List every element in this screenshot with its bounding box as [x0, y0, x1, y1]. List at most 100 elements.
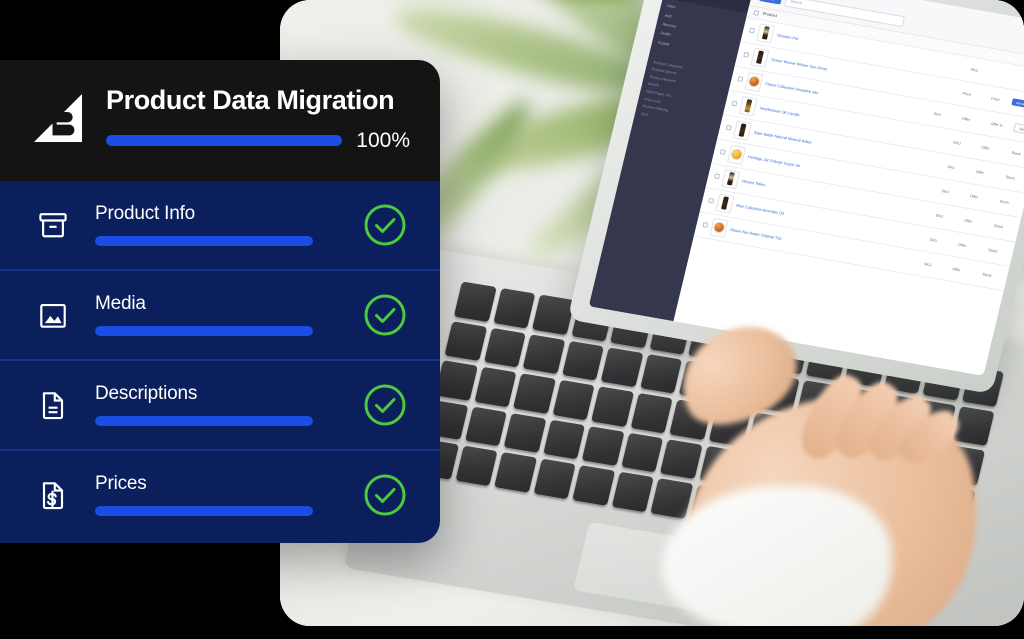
product-thumbnail [715, 193, 735, 214]
archive-box-icon [30, 207, 76, 243]
step-progress-fill [95, 236, 313, 247]
product-price: Offer [961, 116, 971, 122]
step-label: Descriptions [95, 383, 198, 405]
keyboard-key[interactable] [473, 366, 517, 408]
keyboard-key[interactable] [444, 320, 487, 362]
keyboard-key[interactable] [455, 445, 498, 487]
step-progress-bar [95, 236, 313, 247]
migration-card: Product Data Migration 100% Product Info… [0, 60, 440, 543]
admin-sidebar-links[interactable]: Product Categories Product Options Produ… [634, 57, 733, 131]
add-product-button[interactable]: Add [758, 0, 783, 5]
keyboard-key[interactable] [532, 294, 575, 335]
overall-progress-fill [106, 135, 343, 147]
select-all-checkbox[interactable] [753, 9, 760, 16]
product-price: Offer [957, 242, 967, 248]
step-label: Prices [95, 473, 147, 495]
step-progress-fill [95, 416, 313, 427]
overall-progress-label: 100% [356, 128, 410, 152]
row-checkbox[interactable] [731, 100, 738, 107]
keyboard-key[interactable] [522, 333, 565, 375]
row-checkbox[interactable] [719, 149, 726, 156]
product-sku: Price [962, 91, 972, 97]
product-sku: SKU [946, 164, 956, 170]
overall-progress: 100% [106, 129, 410, 153]
product-thumbnail [709, 217, 729, 238]
keyboard-key[interactable] [494, 452, 537, 493]
advanced-edit-button[interactable]: Advanced Edit [1011, 98, 1024, 111]
step-progress-bar [95, 506, 313, 517]
bigcommerce-logo-icon [30, 90, 88, 148]
row-checkbox[interactable] [702, 222, 709, 229]
keyboard-key[interactable] [639, 353, 683, 394]
keyboard-key[interactable] [620, 432, 664, 473]
step-progress-bar [95, 416, 313, 427]
keyboard-key[interactable] [552, 379, 595, 421]
migration-steps-list: Product Info Media Descriptions Prices [0, 180, 440, 543]
product-sku: SKU [935, 213, 944, 219]
keyboard-key[interactable] [453, 281, 497, 322]
check-circle-icon [360, 473, 410, 517]
keyboard-key[interactable] [650, 478, 693, 519]
overall-progress-bar [106, 135, 343, 147]
step-row-media[interactable]: Media [0, 271, 440, 361]
row-checkbox[interactable] [743, 52, 750, 58]
keyboard-key[interactable] [434, 360, 478, 401]
keyboard-key[interactable] [581, 425, 625, 467]
step-row-descriptions[interactable]: Descriptions [0, 361, 440, 451]
product-sku: SKU [929, 237, 938, 243]
row-checkbox[interactable] [737, 76, 744, 83]
row-checkbox[interactable] [725, 125, 732, 131]
keyboard-key[interactable] [483, 327, 526, 368]
keyboard-key[interactable] [611, 471, 654, 513]
check-circle-icon [360, 203, 410, 247]
step-progress-bar [95, 326, 313, 337]
keyboard-key[interactable] [659, 439, 703, 480]
product-stock: Stock [981, 272, 992, 278]
product-thumbnail [756, 23, 776, 44]
product-sku: SKU [952, 140, 962, 146]
keyboard-key[interactable] [572, 465, 615, 506]
keyboard-key[interactable] [561, 340, 605, 381]
product-price [990, 73, 1016, 78]
row-checkbox[interactable] [708, 198, 715, 204]
product-thumbnail [744, 71, 764, 92]
step-label: Media [95, 293, 146, 315]
product-stock: Stock [987, 247, 998, 254]
keyboard-key[interactable] [464, 406, 507, 447]
row-checkbox[interactable] [713, 173, 721, 180]
product-price: Offer [963, 218, 973, 224]
product-thumbnail [727, 144, 747, 165]
keyboard-key[interactable] [492, 287, 536, 329]
migration-card-header: Product Data Migration 100% [0, 60, 440, 181]
product-thumbnail [738, 96, 758, 117]
product-stock [1020, 78, 1024, 83]
product-price: Price [990, 96, 1001, 102]
keyboard-key[interactable] [630, 393, 673, 434]
product-thumbnail [750, 47, 770, 68]
product-stock: Stock [1005, 174, 1016, 181]
product-sku: SKU [970, 67, 979, 73]
keyboard-key[interactable] [503, 412, 546, 454]
document-icon [30, 387, 76, 423]
step-label: Product Info [95, 203, 196, 225]
product-stock: Offer in [990, 121, 1004, 128]
keyboard-key[interactable] [600, 347, 644, 388]
step-progress-fill [95, 506, 313, 517]
keyboard-key[interactable] [591, 386, 634, 427]
step-row-product-info[interactable]: Product Info [0, 181, 440, 271]
keyboard-key[interactable] [533, 458, 576, 500]
keyboard-key[interactable] [542, 419, 586, 460]
image-icon [30, 297, 76, 333]
product-price: Offer [975, 169, 985, 175]
product-stock: Stock [999, 199, 1010, 205]
product-sku: SKU [941, 188, 950, 195]
product-price: Offer [981, 145, 991, 151]
row-checkbox[interactable] [748, 27, 756, 34]
check-circle-icon [360, 383, 410, 427]
product-stock: Stock [1011, 150, 1022, 157]
step-row-prices[interactable]: Prices [0, 451, 440, 543]
keyboard-key[interactable] [513, 373, 556, 414]
options-button[interactable]: Options [1013, 123, 1024, 136]
product-thumbnail [732, 120, 752, 141]
product-thumbnail [721, 168, 741, 190]
